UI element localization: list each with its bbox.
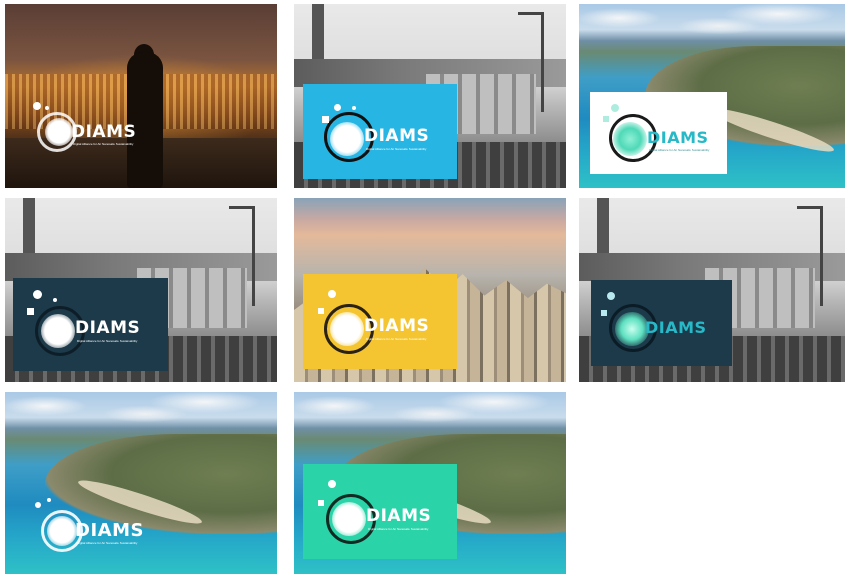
- logo-wordmark: DIAMS: [71, 122, 137, 142]
- logo-tagline: Digital Alliance for Air Nanosafe Sustai…: [73, 142, 134, 146]
- logo-tagline: Digital Alliance for Air Nanosafe Sustai…: [77, 339, 138, 343]
- logo-wordmark: DIAMS: [364, 316, 430, 336]
- aerial-coast-photo: [5, 392, 277, 574]
- thumbnail-tile[interactable]: DIAMS Digital Alliance for Air Nanosafe …: [5, 392, 277, 574]
- logo-tagline: Digital Alliance for Air Nanosafe Sustai…: [368, 527, 429, 531]
- thumbnail-tile[interactable]: DIAMS Digital Alliance for Air Nanosafe …: [5, 4, 277, 188]
- thumbnail-tile[interactable]: DIAMS: [579, 198, 845, 382]
- thumbnail-tile[interactable]: DIAMS Digital Alliance for Air Nanosafe …: [294, 392, 566, 574]
- logo-tagline: Digital Alliance for Air Nanosafe Sustai…: [649, 148, 710, 152]
- thumbnail-tile[interactable]: DIAMS Digital Alliance for Air Nanosafe …: [294, 198, 566, 382]
- sunset-city-photo: [5, 4, 277, 188]
- logo-wordmark: DIAMS: [75, 318, 141, 338]
- thumbnail-tile[interactable]: DIAMS Digital Alliance for Air Nanosafe …: [5, 198, 277, 382]
- logo-variations-grid: DIAMS Digital Alliance for Air Nanosafe …: [0, 0, 845, 574]
- logo-wordmark: DIAMS: [366, 506, 432, 526]
- logo-wordmark: DIAMS: [647, 128, 709, 147]
- logo-tagline: Digital Alliance for Air Nanosafe Sustai…: [77, 541, 138, 545]
- logo-wordmark: DIAMS: [364, 126, 430, 146]
- logo-wordmark: DIAMS: [75, 520, 144, 541]
- thumbnail-tile[interactable]: DIAMS Digital Alliance for Air Nanosafe …: [294, 4, 566, 188]
- logo-tagline: Digital Alliance for Air Nanosafe Sustai…: [366, 147, 427, 151]
- logo-wordmark: DIAMS: [645, 318, 707, 337]
- logo-tagline: Digital Alliance for Air Nanosafe Sustai…: [366, 337, 427, 341]
- thumbnail-tile[interactable]: DIAMS Digital Alliance for Air Nanosafe …: [579, 4, 845, 188]
